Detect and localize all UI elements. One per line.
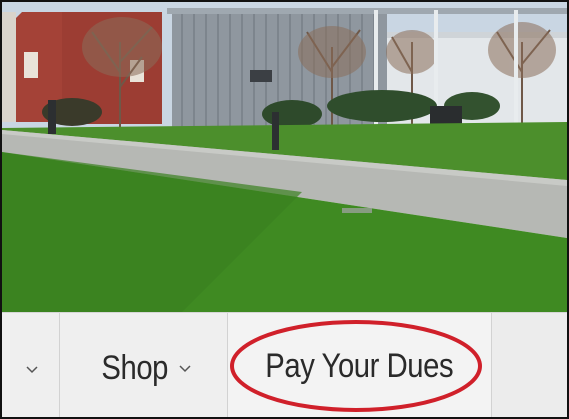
hero-image [2,2,567,312]
hero-photo-illustration [2,2,567,312]
screenshot-frame: Shop Pay Your Dues [0,0,569,419]
nav-item-previous[interactable] [2,313,60,417]
nav-item-label: Shop [101,349,168,387]
nav-item-label: Pay Your Dues [265,347,454,385]
main-nav: Shop Pay Your Dues [2,312,567,417]
chevron-down-icon [179,364,191,373]
chevron-down-icon [25,365,38,374]
nav-item-pay-your-dues[interactable]: Pay Your Dues [228,313,492,417]
nav-bar-filler [492,313,567,417]
nav-item-shop[interactable]: Shop [60,313,228,417]
